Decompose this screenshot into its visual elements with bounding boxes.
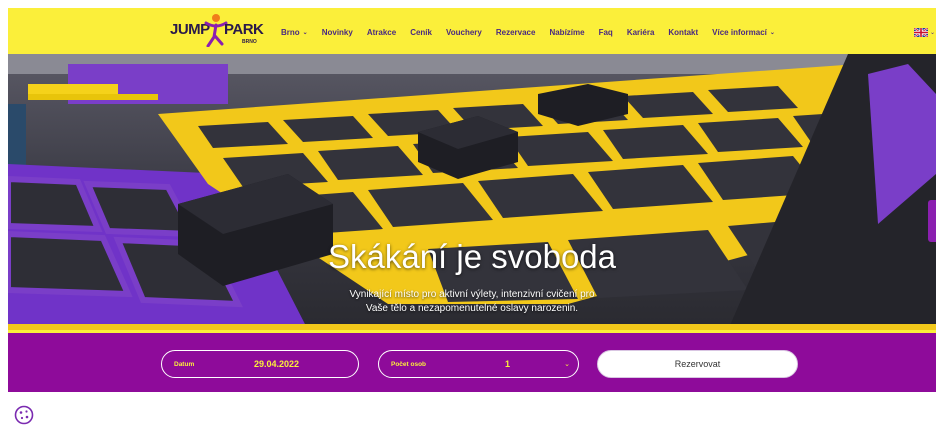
hero-subtitle-line: Vynikající místo pro aktivní výlety, int… (349, 289, 595, 300)
nav-item-nabizime[interactable]: Nabízíme (549, 28, 584, 37)
chevron-down-icon: ⌄ (302, 30, 308, 36)
persons-select[interactable]: Počet osob 1 ⌄ (378, 350, 579, 378)
nav-item-atrakce[interactable]: Atrakce (367, 28, 396, 37)
nav-item-vouchery[interactable]: Vouchery (446, 28, 482, 37)
hero-subtitle-line: Vaše tělo a nezapomenutelné oslavy naroz… (365, 303, 579, 314)
nav-item-label: Více informací (712, 28, 767, 37)
nav-item-rezervace[interactable]: Rezervace (496, 28, 536, 37)
nav-item-brno[interactable]: Brno ⌄ (281, 28, 308, 37)
hero-title: Skákání je svoboda (327, 238, 617, 275)
nav-item-cenik[interactable]: Ceník (410, 28, 432, 37)
chevron-down-icon: ⌄ (769, 30, 775, 36)
nav-item-faq[interactable]: Faq (599, 28, 613, 37)
nav-item-label: Kontakt (668, 28, 699, 37)
nav-item-novinky[interactable]: Novinky (322, 28, 353, 37)
main-nav: Brno ⌄ Novinky Atrakce Ceník Vouchery Rez… (281, 28, 789, 37)
nav-item-kontakt[interactable]: Kontakt (668, 28, 698, 37)
booking-bar: Datum 29.04.2022 Počet osob 1 ⌄ Rezervov… (8, 330, 936, 392)
language-switcher[interactable]: ⌄ (914, 28, 935, 37)
cookie-settings-icon[interactable] (14, 405, 34, 425)
nav-item-label: Novinky (321, 28, 353, 37)
nav-item-label: Vouchery (445, 28, 482, 37)
nav-item-label: Ceník (410, 28, 432, 37)
side-widget-tab[interactable] (928, 200, 936, 242)
date-value: 29.04.2022 (254, 359, 300, 369)
nav-item-label: Rezervace (495, 28, 536, 37)
reserve-button[interactable]: Rezervovat (597, 350, 798, 378)
uk-flag-icon (914, 28, 928, 37)
site-header: JUMP PARK BRNO Brno ⌄ Novinky Atrakce Cen… (8, 8, 936, 54)
nav-item-vice-informaci[interactable]: Více informací ⌄ (712, 28, 775, 37)
hero-subtitle: Vynikající místo pro aktivní výlety, int… (8, 288, 936, 316)
date-label: Datum (174, 360, 195, 368)
nav-item-label: Nabízíme (549, 28, 585, 37)
nav-item-kariera[interactable]: Kariéra (627, 28, 655, 37)
hero-banner: Skákání je svoboda Vynikající místo pro … (8, 54, 936, 330)
chevron-down-icon: ⌄ (930, 30, 936, 36)
nav-item-label: Faq (598, 28, 613, 37)
nav-item-label: Brno (281, 28, 300, 37)
jumppark-logo[interactable]: JUMP PARK BRNO (168, 13, 264, 49)
logo-park-text: PARK (224, 21, 264, 38)
chevron-down-icon: ⌄ (564, 361, 570, 368)
persons-label: Počet osob (391, 360, 427, 368)
logo-city-text: BRNO (242, 39, 257, 45)
date-picker-field[interactable]: Datum 29.04.2022 (161, 350, 359, 378)
page: JUMP PARK BRNO Brno ⌄ Novinky Atrakce Cen… (0, 0, 936, 430)
nav-item-label: Kariéra (626, 28, 655, 37)
persons-value: 1 (505, 359, 511, 369)
nav-item-label: Atrakce (366, 28, 397, 37)
